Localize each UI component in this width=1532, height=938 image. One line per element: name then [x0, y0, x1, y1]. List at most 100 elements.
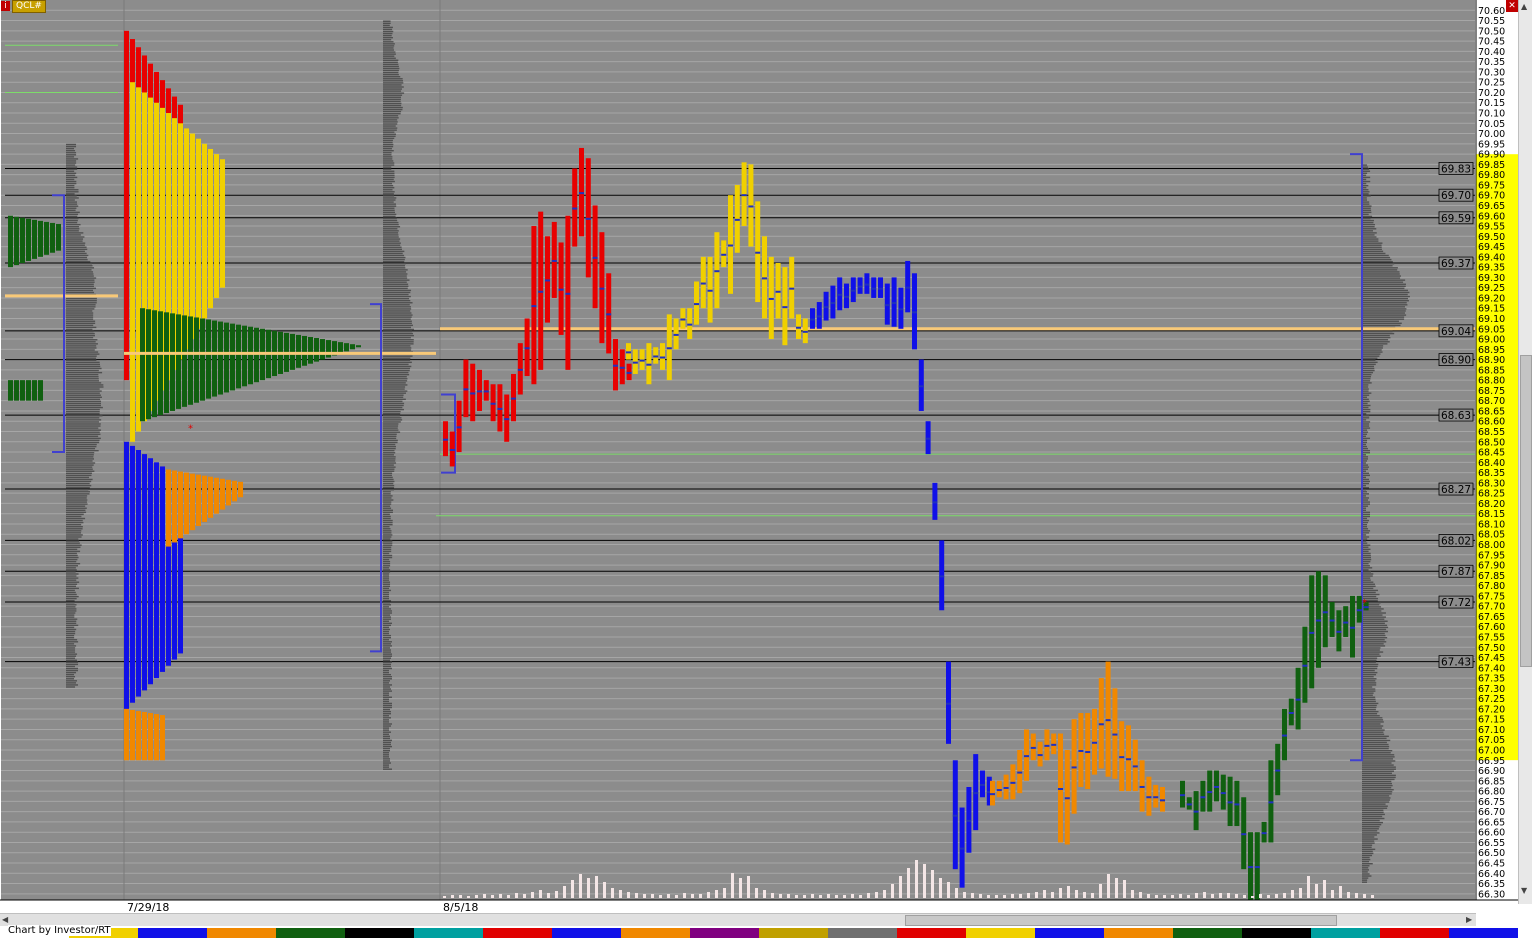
profile-histogram [1362, 828, 1379, 830]
tpo-column [238, 481, 243, 498]
profile-histogram [1362, 721, 1384, 723]
reference-level-label: 67.87 [1441, 566, 1471, 578]
profile-histogram [383, 67, 400, 70]
scroll-down-arrow-icon[interactable]: ▼ [1521, 886, 1527, 895]
tpo-column [214, 154, 219, 298]
profile-histogram [66, 260, 91, 263]
profile-histogram [66, 238, 84, 240]
profile-histogram [1362, 834, 1377, 836]
bar-marker [1268, 801, 1274, 804]
volume-bar [915, 860, 918, 898]
profile-histogram [1362, 680, 1376, 682]
profile-histogram [383, 119, 398, 121]
scrollbar-vertical[interactable]: ▲ ▼ [1518, 0, 1532, 904]
profile-histogram [66, 336, 94, 339]
tpo-column [8, 215, 13, 268]
profile-histogram [383, 209, 395, 211]
profile-histogram [1362, 304, 1408, 306]
close-button[interactable]: ✕ [1506, 0, 1518, 12]
profile-histogram [1362, 799, 1390, 801]
bar-marker [1309, 631, 1315, 634]
bar-marker [714, 270, 720, 273]
info-button[interactable]: i [1, 1, 10, 11]
profile-histogram [1362, 560, 1371, 563]
profile-histogram [383, 604, 392, 606]
price-axis-tick-label: 68.65 [1478, 406, 1505, 417]
x-axis-background [0, 900, 1518, 913]
profile-histogram [1362, 692, 1374, 694]
scroll-up-arrow-icon[interactable]: ▲ [1521, 2, 1527, 11]
profile-histogram [1362, 741, 1387, 744]
price-axis-tick-label: 66.95 [1478, 756, 1505, 767]
price-axis-tick-label: 67.35 [1478, 674, 1505, 685]
profile-histogram [383, 390, 408, 392]
profile-histogram [66, 330, 94, 333]
profile-histogram [66, 386, 104, 388]
profile-histogram [66, 532, 82, 534]
volume-bar [1347, 892, 1350, 898]
market-profile-chart[interactable]: 66.3066.3566.4066.4566.5066.5566.6066.65… [0, 0, 1532, 938]
profile-histogram [1362, 696, 1376, 698]
profile-histogram [66, 556, 79, 559]
profile-histogram [383, 507, 392, 509]
profile-histogram [383, 710, 392, 713]
profile-histogram [383, 429, 399, 431]
profile-histogram [66, 230, 79, 232]
price-bar [1316, 571, 1321, 668]
profile-histogram [1362, 795, 1390, 797]
profile-histogram [383, 343, 414, 345]
profile-histogram [66, 184, 75, 187]
tpo-column [248, 326, 253, 385]
scroll-right-arrow-icon[interactable]: ▶ [1466, 915, 1472, 924]
profile-histogram [383, 661, 393, 664]
profile-histogram [383, 160, 394, 162]
profile-histogram [383, 55, 395, 57]
profile-histogram [383, 57, 396, 59]
volume-bar [515, 893, 518, 898]
profile-histogram [66, 519, 83, 522]
bar-marker [707, 289, 713, 292]
price-axis-tick-label: 67.70 [1478, 602, 1505, 613]
profile-histogram [383, 579, 390, 581]
tpo-column [124, 441, 129, 709]
profile-histogram [383, 478, 394, 481]
profile-histogram [66, 439, 100, 442]
profile-histogram [66, 521, 84, 524]
profile-histogram [66, 256, 88, 259]
profile-histogram [383, 310, 411, 312]
profile-histogram [66, 544, 82, 546]
scrollbar-horizontal[interactable]: ◀ ▶ [0, 913, 1476, 926]
bar-marker [952, 814, 958, 817]
profile-histogram [66, 567, 76, 569]
profile-histogram [1362, 846, 1372, 848]
bar-marker [796, 326, 801, 329]
profile-histogram [1362, 643, 1384, 645]
profile-histogram [383, 271, 407, 273]
scroll-thumb[interactable] [1520, 355, 1532, 667]
bar-marker [966, 819, 972, 822]
price-axis-tick-label: 70.25 [1478, 78, 1505, 89]
profile-histogram [66, 462, 96, 464]
profile-histogram [383, 425, 399, 427]
bar-marker [1078, 750, 1084, 752]
profile-histogram [66, 415, 103, 417]
volume-bar [1251, 896, 1254, 898]
profile-histogram [66, 178, 75, 181]
profile-histogram [66, 655, 77, 657]
scroll-left-arrow-icon[interactable]: ◀ [2, 915, 8, 924]
volume-bar [1267, 895, 1270, 898]
volume-bar [627, 892, 630, 898]
bar-marker [470, 392, 476, 395]
scroll-h-thumb[interactable] [905, 915, 1337, 926]
profile-histogram [66, 491, 90, 493]
bar-marker [1071, 766, 1077, 769]
profile-histogram [383, 199, 396, 201]
price-bar [789, 256, 795, 319]
profile-histogram [383, 184, 394, 187]
profile-histogram [1362, 408, 1371, 411]
profile-histogram [1362, 626, 1389, 629]
profile-histogram [66, 332, 95, 335]
profile-histogram [66, 265, 93, 267]
profile-histogram [1362, 700, 1376, 703]
profile-histogram [66, 180, 77, 183]
